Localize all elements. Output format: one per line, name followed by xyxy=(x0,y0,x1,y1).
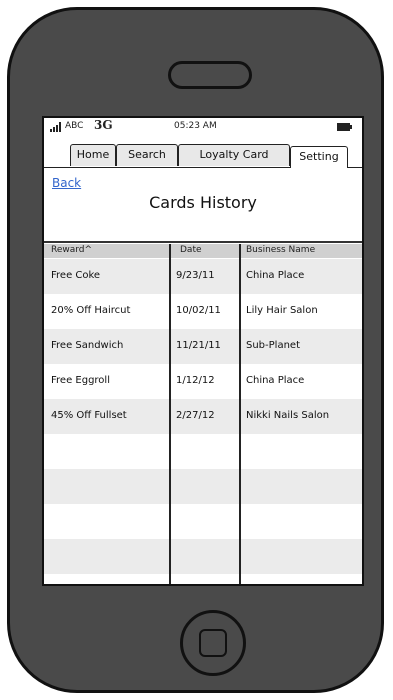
table-row[interactable]: Free Coke 9/23/11 China Place xyxy=(44,259,362,294)
empty-row xyxy=(44,469,362,504)
empty-row xyxy=(44,434,362,469)
tab-bar: Home Search Loyalty Card Setting xyxy=(44,140,362,168)
table-row[interactable]: Free Eggroll 1/12/12 China Place xyxy=(44,364,362,399)
cell-business: Lily Hair Salon xyxy=(246,305,318,316)
empty-row xyxy=(44,504,362,539)
network-label: 3G xyxy=(94,118,113,132)
cell-date: 11/21/11 xyxy=(176,340,221,351)
home-button[interactable] xyxy=(180,610,246,676)
table-row[interactable]: Free Sandwich 11/21/11 Sub-Planet xyxy=(44,329,362,364)
status-bar: ABC 3G 05:23 AM xyxy=(44,118,362,136)
cell-business: Sub-Planet xyxy=(246,340,300,351)
screen: ABC 3G 05:23 AM Home Search Loyalty Card… xyxy=(42,116,364,586)
signal-icon xyxy=(50,122,62,132)
clock: 05:23 AM xyxy=(174,121,217,131)
column-header-date[interactable]: Date xyxy=(180,245,202,255)
cell-reward: 20% Off Haircut xyxy=(51,305,131,316)
column-header-business[interactable]: Business Name xyxy=(246,245,315,255)
back-link[interactable]: Back xyxy=(52,176,81,190)
cell-reward: Free Sandwich xyxy=(51,340,124,351)
column-divider xyxy=(239,244,241,584)
home-square-icon xyxy=(199,629,227,657)
carrier-label: ABC xyxy=(65,121,84,131)
cell-reward: Free Eggroll xyxy=(51,375,110,386)
cell-date: 1/12/12 xyxy=(176,375,215,386)
empty-row xyxy=(44,539,362,574)
tab-home[interactable]: Home xyxy=(70,144,116,166)
header-divider xyxy=(44,241,362,243)
table-header: Reward^ Date Business Name xyxy=(44,244,362,258)
table-row[interactable]: 20% Off Haircut 10/02/11 Lily Hair Salon xyxy=(44,294,362,329)
tab-setting[interactable]: Setting xyxy=(290,146,348,168)
table-row[interactable]: 45% Off Fullset 2/27/12 Nikki Nails Salo… xyxy=(44,399,362,434)
column-divider xyxy=(169,244,171,584)
cell-business: China Place xyxy=(246,375,305,386)
column-header-reward[interactable]: Reward^ xyxy=(51,245,92,255)
tab-search[interactable]: Search xyxy=(116,144,178,166)
cell-date: 9/23/11 xyxy=(176,270,215,281)
cell-business: China Place xyxy=(246,270,305,281)
cell-reward: 45% Off Fullset xyxy=(51,410,127,421)
cell-date: 10/02/11 xyxy=(176,305,221,316)
page-title: Cards History xyxy=(149,193,257,212)
cell-reward: Free Coke xyxy=(51,270,101,281)
battery-icon xyxy=(337,123,352,131)
cell-date: 2/27/12 xyxy=(176,410,215,421)
speaker-slot xyxy=(168,61,252,89)
tab-loyalty-card[interactable]: Loyalty Card xyxy=(178,144,290,166)
cell-business: Nikki Nails Salon xyxy=(246,410,330,421)
